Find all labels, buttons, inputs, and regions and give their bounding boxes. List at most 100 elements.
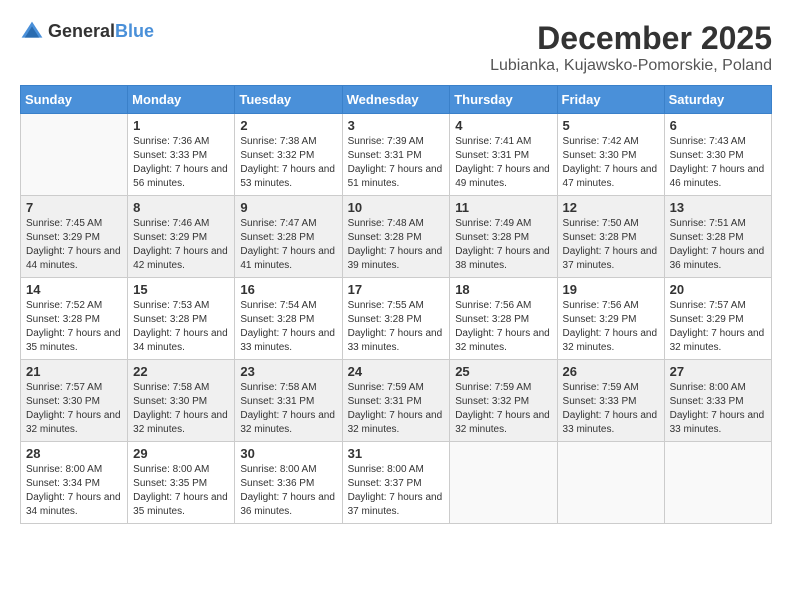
- day-info: Sunrise: 7:58 AMSunset: 3:31 PMDaylight:…: [240, 381, 336, 437]
- day-info: Sunrise: 8:00 AMSunset: 3:34 PMDaylight:…: [26, 463, 122, 519]
- table-row: 27 Sunrise: 8:00 AMSunset: 3:33 PMDayligh…: [664, 360, 771, 442]
- calendar-week-row: 7 Sunrise: 7:45 AMSunset: 3:29 PMDaylight…: [21, 196, 772, 278]
- table-row: 9Sunrise: 7:47 AMSunset: 3:28 PMDaylight…: [235, 196, 342, 278]
- day-number: 16: [240, 282, 336, 297]
- day-info: Sunrise: 7:56 AMSunset: 3:29 PMDaylight:…: [563, 299, 659, 355]
- day-info: Sunrise: 7:56 AMSunset: 3:28 PMDaylight:…: [455, 299, 551, 355]
- header-sunday: Sunday: [21, 86, 128, 114]
- day-info: Sunrise: 8:00 AMSunset: 3:36 PMDaylight:…: [240, 463, 336, 519]
- table-row: 14 Sunrise: 7:52 AMSunset: 3:28 PMDayligh…: [21, 278, 128, 360]
- calendar-week-row: 1 Sunrise: 7:36 AMSunset: 3:33 PMDaylight…: [21, 114, 772, 196]
- day-number: 25: [455, 364, 551, 379]
- day-info: Sunrise: 7:46 AMSunset: 3:29 PMDaylight:…: [133, 217, 229, 273]
- day-info: Sunrise: 7:58 AMSunset: 3:30 PMDaylight:…: [133, 381, 229, 437]
- day-number: 3: [348, 118, 445, 133]
- day-number: 21: [26, 364, 122, 379]
- day-info: Sunrise: 7:52 AMSunset: 3:28 PMDaylight:…: [26, 299, 122, 355]
- day-info: Sunrise: 7:42 AMSunset: 3:30 PMDaylight:…: [563, 135, 659, 191]
- header-saturday: Saturday: [664, 86, 771, 114]
- day-info: Sunrise: 7:38 AMSunset: 3:32 PMDaylight:…: [240, 135, 336, 191]
- header-monday: Monday: [128, 86, 235, 114]
- table-row: 19 Sunrise: 7:56 AMSunset: 3:29 PMDayligh…: [557, 278, 664, 360]
- table-row: 8 Sunrise: 7:46 AMSunset: 3:29 PMDaylight…: [128, 196, 235, 278]
- table-row: 21 Sunrise: 7:57 AMSunset: 3:30 PMDayligh…: [21, 360, 128, 442]
- day-number: 20: [670, 282, 766, 297]
- day-info: Sunrise: 7:49 AMSunset: 3:28 PMDaylight:…: [455, 217, 551, 273]
- day-info: Sunrise: 7:57 AMSunset: 3:30 PMDaylight:…: [26, 381, 122, 437]
- location-title: Lubianka, Kujawsko-Pomorskie, Poland: [490, 57, 772, 75]
- day-info: Sunrise: 7:59 AMSunset: 3:32 PMDaylight:…: [455, 381, 551, 437]
- day-info: Sunrise: 7:48 AMSunset: 3:28 PMDaylight:…: [348, 217, 445, 273]
- day-number: 13: [670, 200, 766, 215]
- day-number: 24: [348, 364, 445, 379]
- table-row: 13 Sunrise: 7:51 AMSunset: 3:28 PMDayligh…: [664, 196, 771, 278]
- calendar-week-row: 14 Sunrise: 7:52 AMSunset: 3:28 PMDayligh…: [21, 278, 772, 360]
- day-number: 22: [133, 364, 229, 379]
- day-number: 17: [348, 282, 445, 297]
- day-info: Sunrise: 7:57 AMSunset: 3:29 PMDaylight:…: [670, 299, 766, 355]
- table-row: 22 Sunrise: 7:58 AMSunset: 3:30 PMDayligh…: [128, 360, 235, 442]
- calendar-header-row: Sunday Monday Tuesday Wednesday Thursday…: [21, 86, 772, 114]
- table-row: 5 Sunrise: 7:42 AMSunset: 3:30 PMDaylight…: [557, 114, 664, 196]
- table-row: 10 Sunrise: 7:48 AMSunset: 3:28 PMDayligh…: [342, 196, 450, 278]
- day-info: Sunrise: 7:51 AMSunset: 3:28 PMDaylight:…: [670, 217, 766, 273]
- header-friday: Friday: [557, 86, 664, 114]
- table-row: 28Sunrise: 8:00 AMSunset: 3:34 PMDayligh…: [21, 442, 128, 524]
- day-number: 1: [133, 118, 229, 133]
- day-info: Sunrise: 8:00 AMSunset: 3:33 PMDaylight:…: [670, 381, 766, 437]
- table-row: 25 Sunrise: 7:59 AMSunset: 3:32 PMDayligh…: [450, 360, 557, 442]
- day-number: 6: [670, 118, 766, 133]
- day-number: 8: [133, 200, 229, 215]
- day-info: Sunrise: 7:43 AMSunset: 3:30 PMDaylight:…: [670, 135, 766, 191]
- table-row: 30 Sunrise: 8:00 AMSunset: 3:36 PMDayligh…: [235, 442, 342, 524]
- page-header: GeneralBlue December 2025 Lubianka, Kuja…: [20, 20, 772, 75]
- header-thursday: Thursday: [450, 86, 557, 114]
- table-row: 24 Sunrise: 7:59 AMSunset: 3:31 PMDayligh…: [342, 360, 450, 442]
- day-info: Sunrise: 8:00 AMSunset: 3:35 PMDaylight:…: [133, 463, 229, 519]
- day-number: 10: [348, 200, 445, 215]
- day-number: 15: [133, 282, 229, 297]
- table-row: 17 Sunrise: 7:55 AMSunset: 3:28 PMDayligh…: [342, 278, 450, 360]
- logo: GeneralBlue: [20, 20, 154, 44]
- day-info: Sunrise: 7:39 AMSunset: 3:31 PMDaylight:…: [348, 135, 445, 191]
- table-row: [664, 442, 771, 524]
- day-number: 11: [455, 200, 551, 215]
- table-row: 15Sunrise: 7:53 AMSunset: 3:28 PMDayligh…: [128, 278, 235, 360]
- table-row: 20 Sunrise: 7:57 AMSunset: 3:29 PMDayligh…: [664, 278, 771, 360]
- table-row: 29Sunrise: 8:00 AMSunset: 3:35 PMDayligh…: [128, 442, 235, 524]
- title-section: December 2025 Lubianka, Kujawsko-Pomorsk…: [490, 20, 772, 75]
- day-info: Sunrise: 7:36 AMSunset: 3:33 PMDaylight:…: [133, 135, 229, 191]
- day-info: Sunrise: 7:54 AMSunset: 3:28 PMDaylight:…: [240, 299, 336, 355]
- day-number: 26: [563, 364, 659, 379]
- day-info: Sunrise: 7:55 AMSunset: 3:28 PMDaylight:…: [348, 299, 445, 355]
- calendar-table: Sunday Monday Tuesday Wednesday Thursday…: [20, 85, 772, 524]
- day-number: 19: [563, 282, 659, 297]
- calendar-week-row: 28Sunrise: 8:00 AMSunset: 3:34 PMDayligh…: [21, 442, 772, 524]
- day-info: Sunrise: 7:47 AMSunset: 3:28 PMDaylight:…: [240, 217, 336, 273]
- header-tuesday: Tuesday: [235, 86, 342, 114]
- table-row: 1 Sunrise: 7:36 AMSunset: 3:33 PMDaylight…: [128, 114, 235, 196]
- table-row: 2Sunrise: 7:38 AMSunset: 3:32 PMDaylight…: [235, 114, 342, 196]
- day-number: 5: [563, 118, 659, 133]
- day-info: Sunrise: 7:59 AMSunset: 3:31 PMDaylight:…: [348, 381, 445, 437]
- calendar-week-row: 21 Sunrise: 7:57 AMSunset: 3:30 PMDayligh…: [21, 360, 772, 442]
- day-number: 7: [26, 200, 122, 215]
- table-row: 6 Sunrise: 7:43 AMSunset: 3:30 PMDaylight…: [664, 114, 771, 196]
- table-row: 23Sunrise: 7:58 AMSunset: 3:31 PMDayligh…: [235, 360, 342, 442]
- day-number: 12: [563, 200, 659, 215]
- table-row: 11 Sunrise: 7:49 AMSunset: 3:28 PMDayligh…: [450, 196, 557, 278]
- month-title: December 2025: [490, 20, 772, 57]
- table-row: 16 Sunrise: 7:54 AMSunset: 3:28 PMDayligh…: [235, 278, 342, 360]
- table-row: 12Sunrise: 7:50 AMSunset: 3:28 PMDayligh…: [557, 196, 664, 278]
- logo-icon: [20, 20, 44, 44]
- day-info: Sunrise: 7:59 AMSunset: 3:33 PMDaylight:…: [563, 381, 659, 437]
- day-number: 27: [670, 364, 766, 379]
- table-row: 31Sunrise: 8:00 AMSunset: 3:37 PMDayligh…: [342, 442, 450, 524]
- day-info: Sunrise: 7:45 AMSunset: 3:29 PMDaylight:…: [26, 217, 122, 273]
- day-number: 30: [240, 446, 336, 461]
- day-number: 14: [26, 282, 122, 297]
- day-number: 18: [455, 282, 551, 297]
- table-row: 18 Sunrise: 7:56 AMSunset: 3:28 PMDayligh…: [450, 278, 557, 360]
- table-row: [21, 114, 128, 196]
- table-row: 7 Sunrise: 7:45 AMSunset: 3:29 PMDaylight…: [21, 196, 128, 278]
